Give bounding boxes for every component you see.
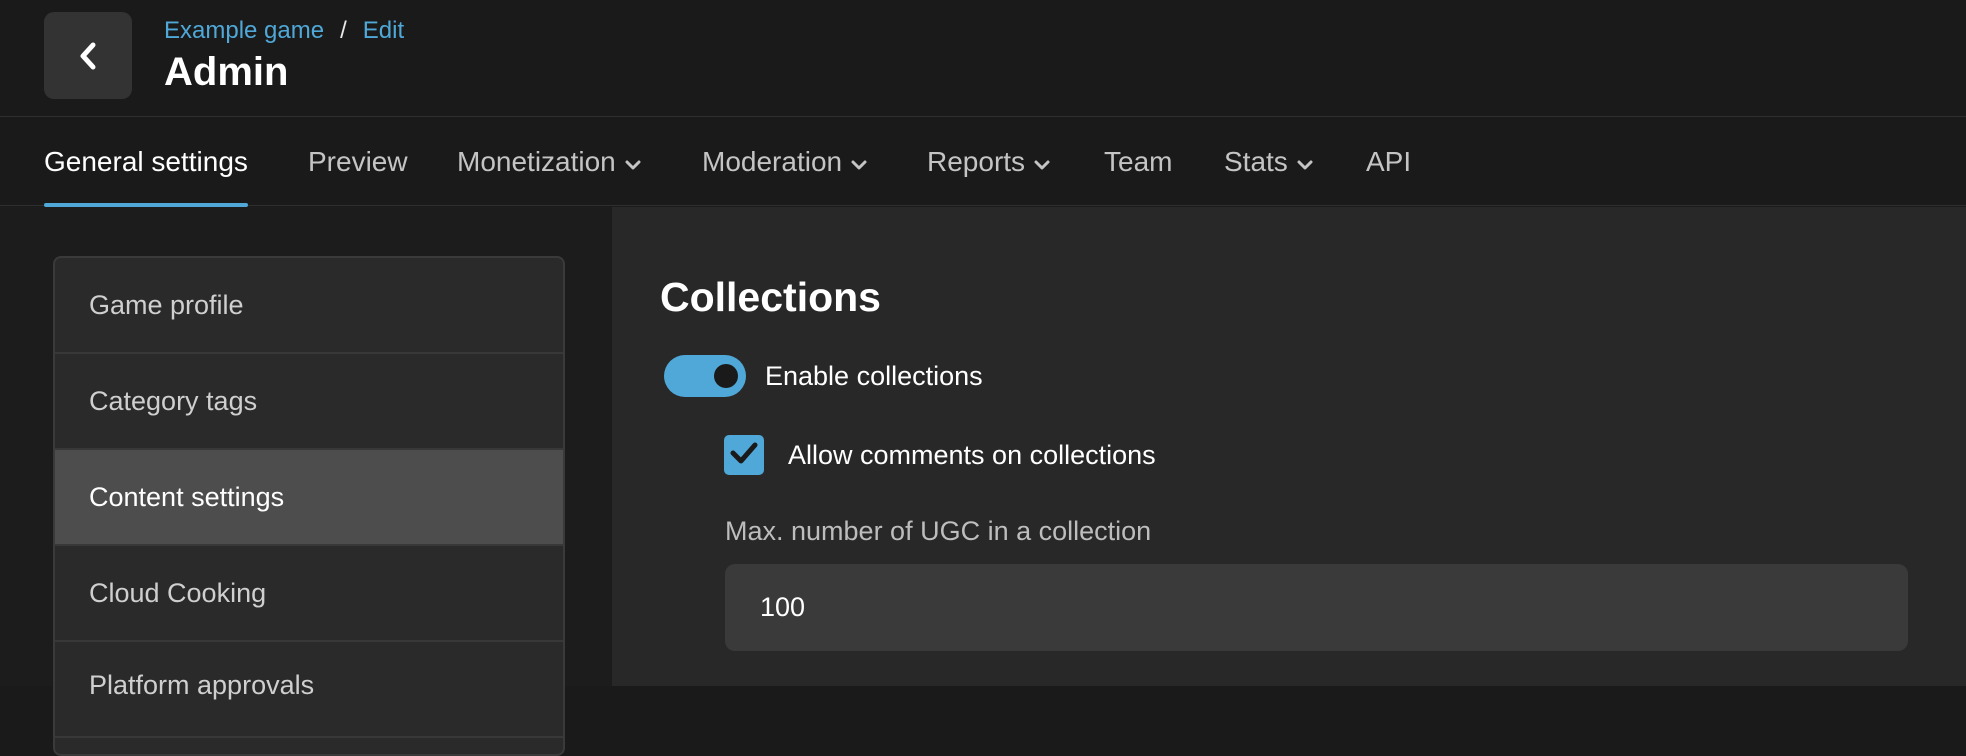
chevron-down-icon <box>1033 146 1051 178</box>
tab-reports[interactable]: Reports <box>927 118 1051 206</box>
back-button[interactable] <box>44 12 132 99</box>
tab-label: Stats <box>1224 146 1288 177</box>
enable-collections-label: Enable collections <box>765 360 983 391</box>
max-ugc-input[interactable] <box>725 564 1908 651</box>
settings-menu: Game profile Category tags Content setti… <box>53 256 565 756</box>
tab-monetization[interactable]: Monetization <box>457 118 642 206</box>
sidebar-item-label: Game profile <box>89 289 244 320</box>
sidebar-item-content-settings[interactable]: Content settings <box>55 450 563 546</box>
tab-moderation[interactable]: Moderation <box>702 118 868 206</box>
sidebar-item-label: Content settings <box>89 481 285 512</box>
settings-sidebar: Game profile Category tags Content setti… <box>0 207 612 756</box>
sidebar-item-game-profile[interactable]: Game profile <box>55 258 563 354</box>
tab-team[interactable]: Team <box>1104 118 1172 206</box>
tab-general-settings[interactable]: General settings <box>44 118 248 207</box>
page-header: Example game / Edit Admin <box>0 0 1966 117</box>
enable-collections-toggle[interactable] <box>664 355 746 397</box>
chevron-down-icon <box>1296 146 1314 178</box>
breadcrumb-separator: / <box>340 17 347 44</box>
sidebar-item-cloud-cooking[interactable]: Cloud Cooking <box>55 546 563 642</box>
tab-label: Preview <box>308 146 408 177</box>
tab-api[interactable]: API <box>1366 118 1411 206</box>
tab-label: General settings <box>44 146 248 177</box>
content-panel: Collections Enable collections Allow com… <box>612 207 1966 686</box>
allow-comments-label: Allow comments on collections <box>788 439 1156 470</box>
tab-stats[interactable]: Stats <box>1224 118 1314 206</box>
checkmark-icon <box>729 440 759 471</box>
tab-label: Reports <box>927 146 1026 177</box>
tab-label: Monetization <box>457 146 616 177</box>
max-ugc-label: Max. number of UGC in a collection <box>725 516 1152 546</box>
tab-preview[interactable]: Preview <box>308 118 408 206</box>
sidebar-item-label: Cloud Cooking <box>89 577 267 608</box>
breadcrumb-link-game[interactable]: Example game <box>164 16 324 46</box>
tab-label: API <box>1366 146 1412 177</box>
tab-label: Moderation <box>702 146 843 177</box>
allow-comments-checkbox[interactable] <box>724 435 764 475</box>
sidebar-item-platform-approvals[interactable]: Platform approvals <box>55 642 563 738</box>
breadcrumb: Example game / Edit <box>164 16 404 46</box>
page-title: Admin <box>164 50 289 94</box>
breadcrumb-link-edit[interactable]: Edit <box>363 16 404 46</box>
tab-label: Team <box>1104 146 1173 177</box>
chevron-down-icon <box>624 146 642 178</box>
section-title: Collections <box>660 274 881 320</box>
sidebar-item-label: Category tags <box>89 385 258 416</box>
tab-bar: General settings Preview Monetization Mo… <box>0 118 1966 207</box>
chevron-down-icon <box>850 146 868 178</box>
chevron-left-icon <box>77 41 99 71</box>
toggle-knob <box>714 364 738 388</box>
sidebar-item-category-tags[interactable]: Category tags <box>55 354 563 450</box>
